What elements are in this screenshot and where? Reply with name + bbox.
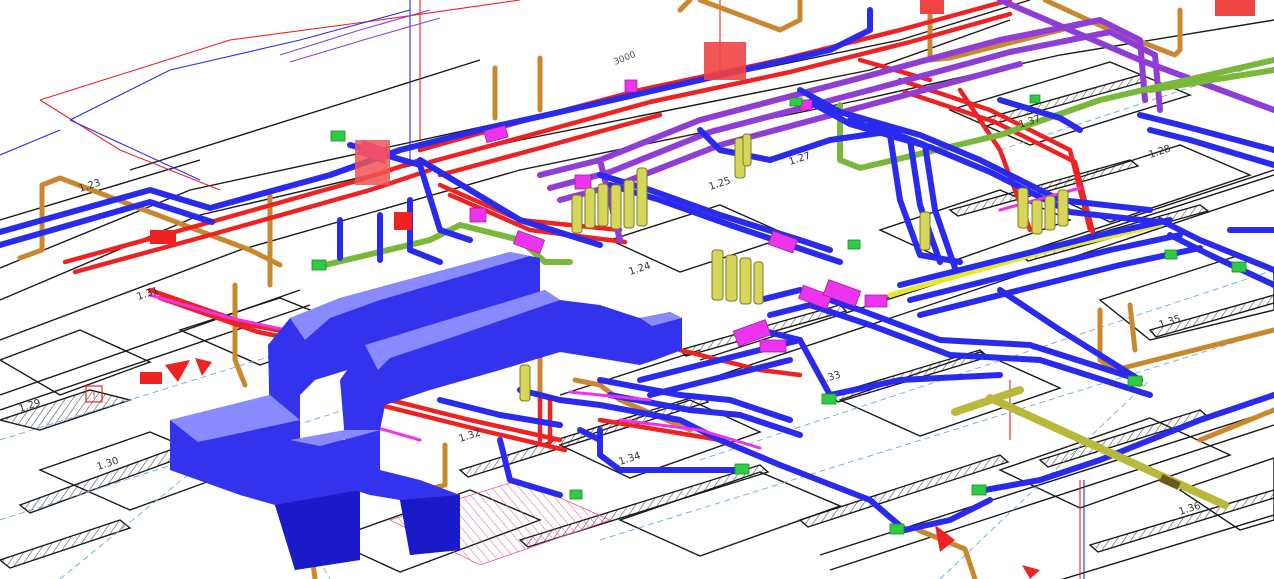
room-tag: 1.34 — [618, 451, 643, 468]
svg-text:!: ! — [92, 390, 96, 401]
dimension-label: 3000 — [612, 50, 637, 68]
valve-cluster-3 — [734, 133, 752, 179]
room-tag: 1.33 — [818, 370, 843, 387]
room-tag: 1.24 — [628, 261, 653, 278]
room-tag: 1.28 — [1148, 144, 1173, 161]
room-tag: 1.25 — [708, 176, 733, 193]
room-tag: 1.32 — [458, 428, 483, 445]
valve-cluster-2 — [711, 249, 764, 305]
bim-mep-3d-view: ! 1.29 1.31 1.30 1.32 1.33 1.34 1.35 1.3… — [0, 0, 1274, 579]
